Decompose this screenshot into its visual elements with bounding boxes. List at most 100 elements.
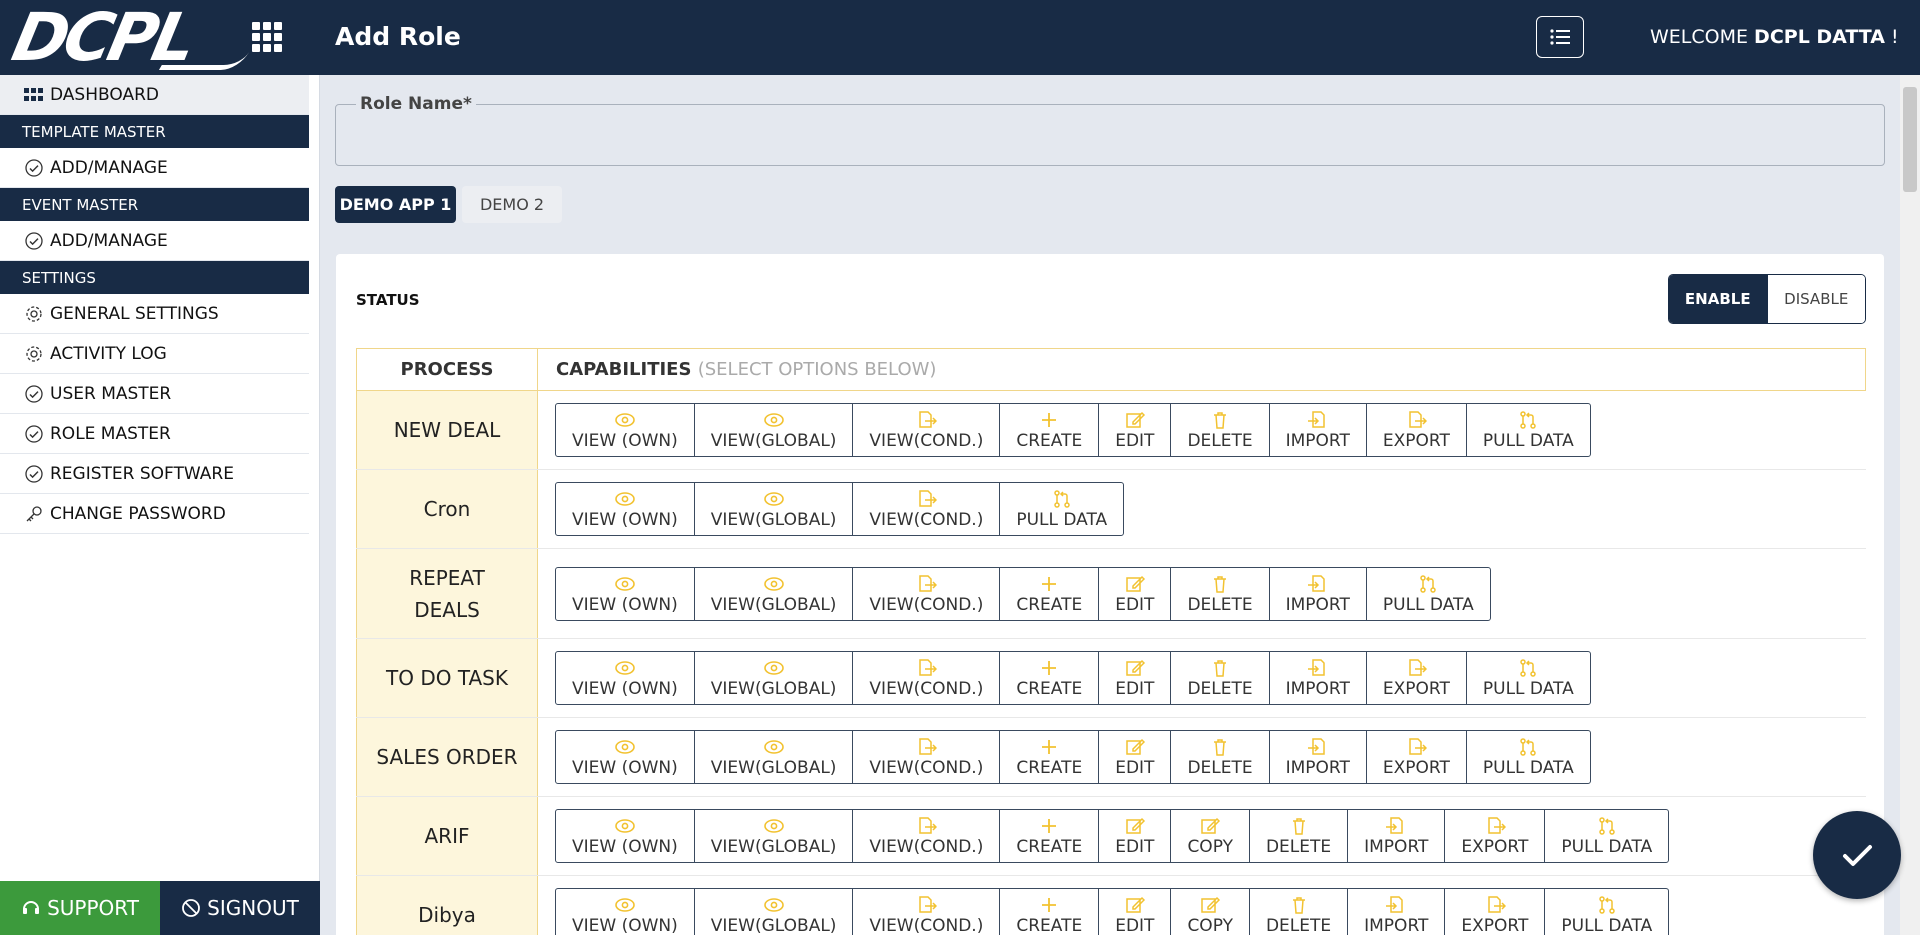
signout-button[interactable]: SIGNOUT [160,881,320,935]
capability-view-global-button[interactable]: VIEW(GLOBAL) [693,652,853,704]
capability-pull-data-button[interactable]: PULL DATA [999,483,1123,535]
capability-pull-data-button[interactable]: PULL DATA [1465,731,1590,783]
sidebar-item-dashboard[interactable]: DASHBOARD [0,75,309,115]
sidebar-item-general-settings[interactable]: GENERAL SETTINGS [0,294,309,334]
capability-label: PULL DATA [1482,431,1574,451]
capability-view-global-button[interactable]: VIEW(GLOBAL) [693,404,853,456]
capability-edit-button[interactable]: EDIT [1098,889,1170,935]
capability-export-button[interactable]: EXPORT [1444,810,1544,862]
page-scrollbar[interactable] [1900,75,1920,935]
capability-view-global-button[interactable]: VIEW(GLOBAL) [693,483,853,535]
capability-label: DELETE [1187,758,1253,778]
capability-import-button[interactable]: IMPORT [1347,889,1444,935]
save-role-button[interactable] [1813,811,1901,899]
capability-view-global-button[interactable]: VIEW(GLOBAL) [693,731,853,783]
capability-view-cond-button[interactable]: VIEW(COND.) [852,483,999,535]
capability-import-button[interactable]: IMPORT [1268,567,1366,620]
capability-view-cond-button[interactable]: VIEW(COND.) [852,731,999,783]
capability-create-button[interactable]: CREATE [999,652,1098,704]
capability-import-button[interactable]: IMPORT [1268,404,1366,456]
enable-button[interactable]: ENABLE [1669,275,1767,323]
capability-view-cond-button[interactable]: VIEW(COND.) [852,567,999,620]
capability-label: DELETE [1187,594,1253,615]
dcpl-logo[interactable]: DCPL [6,0,250,76]
capability-view-cond-button[interactable]: VIEW(COND.) [852,810,999,862]
capability-view-own-button[interactable]: VIEW (OWN) [556,652,694,704]
sidebar-item-event-add-manage[interactable]: ADD/MANAGE [0,221,309,261]
capability-delete-button[interactable]: DELETE [1248,810,1347,862]
capability-create-button[interactable]: CREATE [999,567,1098,620]
capability-delete-button[interactable]: DELETE [1248,889,1347,935]
capability-view-global-button[interactable]: VIEW(GLOBAL) [693,889,853,935]
capability-create-button[interactable]: CREATE [999,889,1098,935]
disable-button[interactable]: DISABLE [1766,275,1865,323]
capability-pull-data-button[interactable]: PULL DATA [1465,652,1590,704]
capability-view-own-button[interactable]: VIEW (OWN) [556,889,694,935]
capability-export-button[interactable]: EXPORT [1365,404,1466,456]
file-export-icon [1409,738,1428,755]
capability-view-cond-button[interactable]: VIEW(COND.) [852,404,999,456]
capability-create-button[interactable]: CREATE [999,404,1098,456]
capability-create-button[interactable]: CREATE [999,731,1098,783]
menu-list-button[interactable] [1536,16,1584,58]
capability-copy-button[interactable]: COPY [1170,810,1249,862]
capability-label: PULL DATA [1561,837,1653,857]
sidebar-item-role-master[interactable]: ROLE MASTER [0,414,309,454]
capability-delete-button[interactable]: DELETE [1170,404,1268,456]
capability-import-button[interactable]: IMPORT [1347,810,1444,862]
capability-pull-data-button[interactable]: PULL DATA [1544,810,1668,862]
sidebar-item-activity-log[interactable]: ACTIVITY LOG [0,334,309,374]
capability-export-button[interactable]: EXPORT [1365,652,1466,704]
capability-pull-data-button[interactable]: PULL DATA [1544,889,1668,935]
capabilities-cell: VIEW (OWN) VIEW(GLOBAL) VIEW(COND.) CREATE E… [537,717,1866,797]
capability-label: VIEW (OWN) [572,510,678,530]
capability-create-button[interactable]: CREATE [999,810,1098,862]
tab-demo-app-1[interactable]: DEMO APP 1 [335,186,456,223]
sidebar-item-template-add-manage[interactable]: ADD/MANAGE [0,148,309,188]
capability-label: IMPORT [1364,837,1429,857]
capability-view-own-button[interactable]: VIEW (OWN) [556,810,694,862]
permissions-panel: STATUS ENABLE DISABLE PROCESS CAPABILITI… [336,254,1884,935]
table-row: NEW DEAL VIEW (OWN) VIEW(GLOBAL) VIEW(COND.… [356,390,1866,470]
capability-view-own-button[interactable]: VIEW (OWN) [556,483,694,535]
sidebar-item-user-master[interactable]: USER MASTER [0,374,309,414]
capability-view-global-button[interactable]: VIEW(GLOBAL) [693,810,853,862]
capability-copy-button[interactable]: COPY [1170,889,1249,935]
tab-demo-2[interactable]: DEMO 2 [462,186,562,223]
capability-export-button[interactable]: EXPORT [1365,731,1466,783]
capability-delete-button[interactable]: DELETE [1170,652,1268,704]
capability-export-button[interactable]: EXPORT [1444,889,1544,935]
apps-grid-icon[interactable] [252,22,282,52]
capability-import-button[interactable]: IMPORT [1268,731,1366,783]
capability-view-cond-button[interactable]: VIEW(COND.) [852,652,999,704]
capability-import-button[interactable]: IMPORT [1268,652,1366,704]
capability-edit-button[interactable]: EDIT [1098,810,1170,862]
trash-icon [1214,739,1227,756]
capability-view-own-button[interactable]: VIEW (OWN) [556,568,694,620]
capability-view-global-button[interactable]: VIEW(GLOBAL) [693,567,853,620]
capability-label: EXPORT [1382,758,1450,778]
capability-view-own-button[interactable]: VIEW (OWN) [556,404,694,456]
capability-label: VIEW (OWN) [572,679,678,699]
capability-delete-button[interactable]: DELETE [1170,567,1268,620]
capability-pull-data-button[interactable]: PULL DATA [1365,567,1490,620]
capability-label: COPY [1187,837,1233,857]
capability-label: IMPORT [1285,431,1350,451]
table-row: Dibya VIEW (OWN) VIEW(GLOBAL) VIEW(COND.) CR… [356,875,1866,935]
capability-delete-button[interactable]: DELETE [1170,731,1268,783]
trash-icon [1214,575,1227,593]
support-button[interactable]: SUPPORT [0,881,160,935]
capability-view-cond-button[interactable]: VIEW(COND.) [852,889,999,935]
scrollbar-thumb[interactable] [1903,87,1917,192]
capability-button-group: VIEW (OWN) VIEW(GLOBAL) VIEW(COND.) CREATE E… [555,651,1591,705]
capability-edit-button[interactable]: EDIT [1098,567,1170,620]
capability-pull-data-button[interactable]: PULL DATA [1465,404,1590,456]
capability-edit-button[interactable]: EDIT [1098,731,1170,783]
sidebar-item-register-software[interactable]: REGISTER SOFTWARE [0,454,309,494]
capability-button-group: VIEW (OWN) VIEW(GLOBAL) VIEW(COND.) CREATE E… [555,809,1670,863]
role-name-input[interactable] [336,105,1884,165]
capability-edit-button[interactable]: EDIT [1098,404,1170,456]
capability-view-own-button[interactable]: VIEW (OWN) [556,731,694,783]
capability-edit-button[interactable]: EDIT [1098,652,1170,704]
sidebar-item-change-password[interactable]: CHANGE PASSWORD [0,494,309,534]
